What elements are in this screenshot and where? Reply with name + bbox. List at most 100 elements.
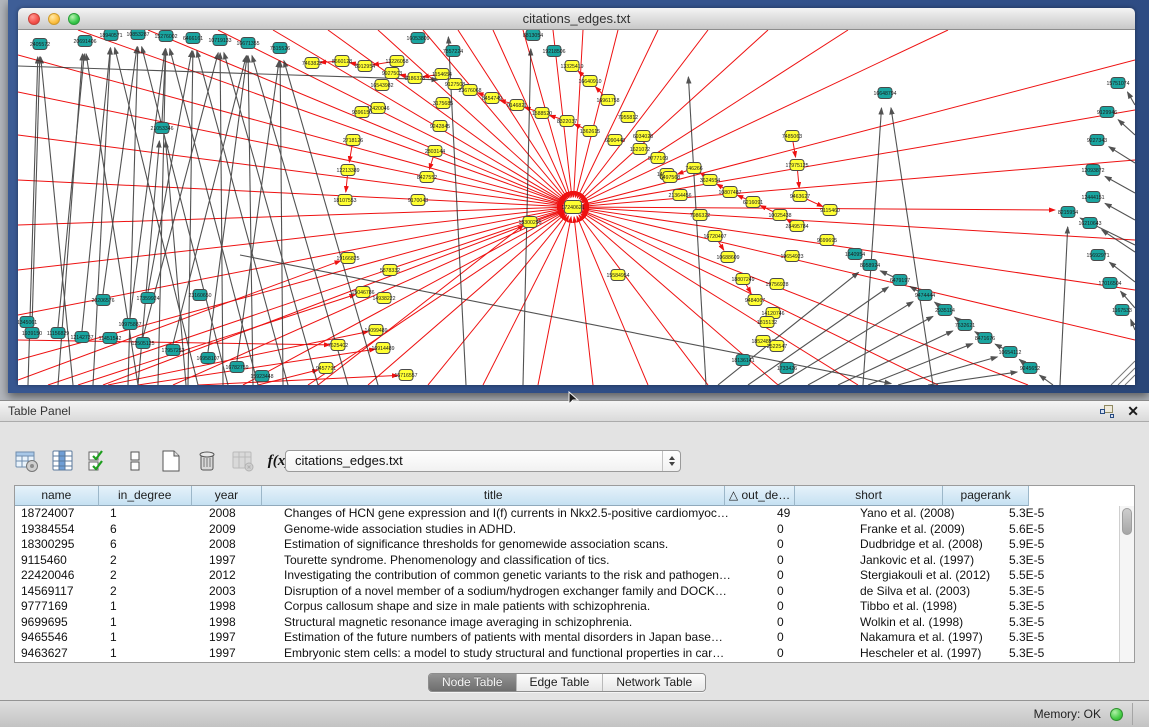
table-row[interactable]: 946362711997Embryonic stem cells: a mode… [15, 646, 1119, 662]
graph-node[interactable]: 1815132 [757, 317, 777, 328]
table-row[interactable]: 1938455462009Genome-wide association stu… [15, 522, 1119, 538]
select-rows-icon[interactable] [86, 448, 112, 474]
graph-node[interactable]: 1621072 [630, 144, 650, 155]
graph-node[interactable]: 8958924 [860, 260, 880, 271]
merge-rows-icon[interactable] [122, 448, 148, 474]
graph-node[interactable]: 16671355 [236, 38, 259, 49]
table-scrollbar[interactable] [1119, 506, 1134, 662]
graph-node[interactable]: 20691406 [73, 36, 96, 47]
table-row[interactable]: 977716911998Corpus callosum shape and si… [15, 599, 1119, 615]
graph-node[interactable]: 12213389 [336, 165, 359, 176]
new-table-icon[interactable] [158, 448, 184, 474]
graph-node[interactable]: 7955812 [618, 112, 638, 123]
graph-node[interactable]: 6466161 [183, 33, 203, 44]
graph-node[interactable]: 9227343 [1087, 135, 1107, 146]
graph-node[interactable]: 7625402 [328, 340, 348, 351]
float-panel-icon[interactable] [1100, 405, 1115, 418]
graph-node[interactable]: 12093872 [1081, 165, 1104, 176]
graph-node[interactable]: 16543982 [370, 80, 393, 91]
graph-node[interactable]: 1345061 [18, 317, 37, 328]
close-panel-icon[interactable]: ✕ [1127, 404, 1139, 418]
graph-node[interactable]: 9699695 [817, 235, 837, 246]
graph-node[interactable]: 16914489 [371, 343, 394, 354]
graph-node[interactable]: 17240621 [561, 201, 584, 214]
graph-node[interactable]: 9396150 [352, 107, 372, 118]
window-titlebar[interactable]: citations_edges.txt [18, 8, 1135, 30]
graph-node[interactable]: 8454749 [482, 93, 502, 104]
graph-node[interactable]: 18807249 [731, 274, 754, 285]
graph-node[interactable]: 13226058 [385, 56, 408, 67]
graph-node[interactable]: 17957253 [161, 345, 184, 356]
graph-node[interactable]: 9245652 [1020, 363, 1040, 374]
tab-edge-table[interactable]: Edge Table [517, 674, 604, 691]
graph-node[interactable]: 3624554 [700, 175, 720, 186]
graph-node[interactable]: 10688609 [716, 252, 739, 263]
table-row[interactable]: 969969511998Structural magnetic resonanc… [15, 615, 1119, 631]
graph-node[interactable]: 1362615 [580, 126, 600, 137]
table-row[interactable]: 1456911722003Disruption of a novel membe… [15, 584, 1119, 600]
graph-node[interactable]: 9474444 [915, 290, 935, 301]
graph-node[interactable]: 16961758 [596, 95, 619, 106]
graph-node[interactable]: 1640954 [845, 249, 865, 260]
graph-node[interactable]: 15046786 [351, 287, 374, 298]
graph-node[interactable]: 8660128 [332, 56, 352, 67]
graph-node[interactable]: 2522547 [767, 341, 787, 352]
graph-node[interactable]: 8813054 [523, 30, 543, 41]
graph-node[interactable]: 14938222 [372, 293, 395, 304]
graph-node[interactable]: 9927503 [382, 68, 402, 79]
graph-node[interactable]: 13325419 [560, 61, 583, 72]
graph-node[interactable]: 1588520 [532, 108, 552, 119]
tab-node-table[interactable]: Node Table [429, 674, 517, 691]
graph-node[interactable]: 6479197 [890, 275, 910, 286]
graph-node[interactable]: 17359924 [136, 293, 159, 304]
graph-node[interactable]: 15923448 [250, 371, 273, 382]
table-columns-icon[interactable] [50, 448, 76, 474]
graph-node[interactable]: 9170043 [408, 195, 428, 206]
graph-node[interactable]: 1167533 [1112, 305, 1132, 316]
column-header-in-degree[interactable]: in_degree [99, 486, 192, 506]
graph-node[interactable]: 17975125 [785, 160, 808, 171]
memory-ok-indicator[interactable] [1110, 708, 1123, 721]
graph-node[interactable]: 6497568 [660, 172, 680, 183]
graph-node[interactable]: 9457791 [316, 363, 336, 374]
graph-node[interactable]: 7986322 [690, 210, 710, 221]
delete-table-icon[interactable] [194, 448, 220, 474]
table-row[interactable]: 1872400712008Changes of HCN gene express… [15, 506, 1119, 522]
graph-node[interactable]: 23160650 [188, 290, 211, 301]
graph-node[interactable]: 9484067 [745, 295, 765, 306]
graph-node[interactable]: 10853287 [126, 30, 149, 40]
column-header-out-degree-sorted[interactable]: △ out_de… [725, 486, 795, 506]
graph-node[interactable]: 16720407 [703, 231, 726, 242]
table-row[interactable]: 1830029562008Estimation of significance … [15, 537, 1119, 553]
graph-node[interactable]: 9463627 [790, 191, 810, 202]
graph-node[interactable]: 9146821 [507, 100, 527, 111]
graph-node[interactable]: 7815526 [270, 43, 290, 54]
graph-node[interactable]: 746266 [685, 163, 702, 174]
graph-node[interactable]: 1154654 [432, 69, 452, 80]
graph-node[interactable]: 10975887 [118, 319, 141, 330]
graph-node[interactable]: 6216091 [743, 197, 763, 208]
graph-node[interactable]: 2405572 [30, 39, 50, 50]
graph-node[interactable]: 8912954 [355, 61, 375, 72]
graph-node[interactable]: 1733426 [777, 363, 797, 374]
graph-node[interactable]: 7632621 [955, 320, 975, 331]
graph-node[interactable]: 19756928 [765, 279, 788, 290]
graph-node[interactable]: 12505125 [131, 338, 154, 349]
graph-node[interactable]: 12444151 [1081, 192, 1104, 203]
graph-node[interactable]: 3175685 [433, 98, 453, 109]
graph-node[interactable]: 15584954 [606, 270, 629, 281]
graph-node[interactable]: 2718126 [343, 135, 363, 146]
graph-node[interactable]: 7485063 [782, 131, 802, 142]
graph-node[interactable]: 8186328 [405, 73, 425, 84]
graph-node[interactable]: 16640910 [578, 76, 601, 87]
graph-node[interactable]: 15716557 [394, 370, 417, 381]
graph-node[interactable]: 8322037 [557, 116, 577, 127]
column-header-year[interactable]: year [192, 486, 263, 506]
graph-node[interactable]: 1939150 [22, 328, 42, 339]
graph-node[interactable]: 15692971 [1086, 250, 1109, 261]
scrollbar-thumb[interactable] [1122, 508, 1132, 535]
graph-node[interactable]: 15276002 [154, 31, 177, 42]
graph-node[interactable]: 16648794 [873, 88, 896, 99]
table-settings-icon[interactable] [14, 448, 40, 474]
graph-node[interactable]: 20206576 [91, 295, 114, 306]
